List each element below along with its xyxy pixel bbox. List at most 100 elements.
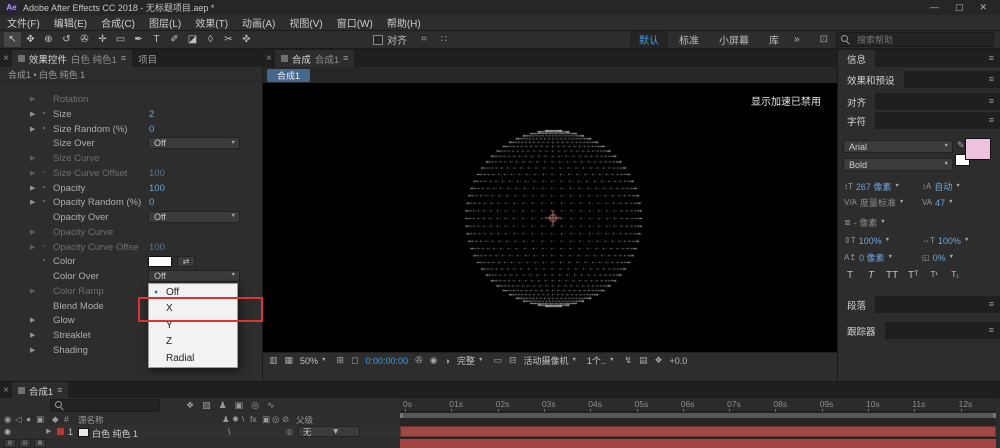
effect-property-row[interactable]: Opacity100 [0, 181, 262, 196]
menubar-item-7[interactable]: 窗口(W) [330, 15, 380, 30]
twirl-icon[interactable] [30, 184, 35, 192]
parent-select[interactable]: 无 [298, 426, 360, 437]
twirl-icon[interactable] [30, 228, 35, 236]
camera-select[interactable]: 活动摄像机 [523, 354, 579, 367]
workspace-button-0[interactable]: 默认 [630, 31, 668, 48]
flowchart-icon[interactable] [654, 355, 662, 366]
video-column-icon[interactable] [4, 414, 11, 425]
twirl-icon[interactable] [30, 346, 35, 354]
property-value[interactable]: 100 [149, 183, 165, 194]
draft-3d-icon[interactable] [202, 400, 211, 411]
menubar-item-6[interactable]: 视图(V) [282, 15, 329, 30]
eraser-tool[interactable] [202, 32, 219, 47]
kerning-value[interactable]: 度量标准 [860, 196, 896, 209]
menubar-item-5[interactable]: 动画(A) [235, 15, 282, 30]
mask-visibility-icon[interactable] [351, 355, 358, 366]
property-value[interactable]: 0 [149, 197, 154, 208]
stopwatch-icon[interactable] [41, 197, 46, 206]
leading-control[interactable]: 自动 [922, 180, 996, 193]
menubar-item-1[interactable]: 编辑(E) [47, 15, 94, 30]
font-size-value[interactable]: 267 像素 [856, 180, 892, 193]
fast-preview-icon[interactable] [624, 355, 632, 366]
roi-icon[interactable] [493, 355, 502, 366]
twirl-icon[interactable] [30, 331, 35, 339]
expand-render-time-button[interactable] [19, 439, 31, 448]
effect-property-row[interactable]: Size Curve [0, 151, 262, 166]
menu-item-off[interactable]: Off [149, 284, 237, 301]
snapshot-icon[interactable] [415, 355, 423, 366]
effect-property-row[interactable]: Rotation [0, 92, 262, 107]
property-dropdown[interactable]: Off [148, 137, 240, 149]
vertical-scale-control[interactable]: 100% [844, 234, 918, 247]
stopwatch-icon[interactable] [41, 168, 46, 177]
horizontal-scale-control[interactable]: 100% [922, 234, 996, 247]
tab-character[interactable]: 字符 [838, 112, 875, 129]
effect-property-row[interactable]: Opacity Curve Offse100 [0, 240, 262, 255]
exposure-value[interactable]: +0.0 [670, 356, 688, 366]
preview-monitor-icon[interactable] [269, 355, 278, 366]
camera-tool[interactable] [76, 32, 93, 47]
fx-icon[interactable] [250, 414, 257, 424]
property-dropdown[interactable]: Off [148, 211, 240, 223]
close-button[interactable]: ✕ [979, 2, 987, 13]
font-family-select[interactable]: Arial [843, 140, 953, 153]
property-value[interactable]: 100 [149, 242, 165, 253]
workspace-button-3[interactable]: 库 [760, 31, 788, 48]
pen-tool[interactable] [130, 32, 147, 47]
twirl-icon[interactable] [30, 198, 35, 206]
property-value[interactable]: 0 [149, 124, 154, 135]
expand-switches-button[interactable] [34, 439, 46, 448]
stroke-width-control[interactable]: - 像素 [844, 216, 918, 229]
magnification-select[interactable]: 50% [300, 356, 329, 366]
grid-guides-icon[interactable] [337, 355, 345, 366]
menu-icon[interactable] [989, 325, 1000, 336]
minimize-button[interactable]: — [930, 2, 939, 13]
tab-info[interactable]: 信息 [838, 50, 875, 67]
tab-timeline-comp[interactable]: 合成1 [12, 382, 69, 399]
property-value[interactable]: 100 [149, 168, 165, 179]
font-style-select[interactable]: Bold [843, 158, 953, 171]
tab-paragraph[interactable]: 段落 [838, 296, 875, 313]
twirl-icon[interactable] [30, 110, 35, 118]
twirl-icon[interactable] [30, 316, 35, 324]
puppet-pin-tool[interactable] [238, 32, 255, 47]
timeline-search-input[interactable] [68, 400, 152, 411]
stopwatch-icon[interactable] [41, 256, 46, 265]
effect-property-row[interactable]: Color OverOff [0, 269, 262, 284]
header-motion-blur-icon[interactable] [272, 414, 279, 425]
small-caps-button[interactable]: Tᵀ [907, 270, 919, 281]
transparency-grid-icon[interactable] [285, 355, 294, 366]
snap-options-icon[interactable] [421, 34, 427, 45]
tab-effect-controls[interactable]: 效果控件 白色 纯色1 [12, 50, 132, 67]
timeline-button-icon[interactable] [639, 355, 648, 366]
layer-eye-icon[interactable] [4, 427, 11, 436]
leading-value[interactable]: 自动 [934, 180, 952, 193]
workspace-overflow-button[interactable]: » [788, 34, 806, 45]
snap-control[interactable]: 对齐 [373, 32, 407, 47]
solo-column-icon[interactable] [26, 414, 31, 424]
menu-item-z[interactable]: Z [149, 334, 237, 351]
faux-bold-button[interactable]: T [844, 270, 856, 281]
grid-toggle-icon[interactable] [441, 34, 447, 45]
stopwatch-icon[interactable] [41, 109, 46, 118]
subscript-button[interactable]: T₁ [949, 270, 961, 281]
collapse-icon[interactable] [232, 414, 239, 425]
rotation-tool[interactable] [58, 32, 75, 47]
property-dropdown[interactable]: Off [148, 270, 240, 282]
label-color-chip[interactable] [57, 428, 64, 435]
faux-italic-button[interactable]: T [865, 270, 877, 281]
tsume-control[interactable]: 0% [922, 251, 996, 264]
effect-property-row[interactable]: Size2 [0, 107, 262, 122]
vertical-scale-value[interactable]: 100% [859, 236, 882, 246]
menubar-item-2[interactable]: 合成(C) [94, 15, 142, 30]
close-icon[interactable] [263, 53, 275, 64]
stopwatch-icon[interactable] [41, 124, 46, 133]
stroke-width-value[interactable]: - 像素 [854, 216, 878, 229]
stopwatch-icon[interactable] [41, 242, 46, 251]
menu-icon[interactable] [989, 74, 1000, 85]
horizontal-scale-value[interactable]: 100% [938, 236, 961, 246]
baseline-shift-value[interactable]: 0 像素 [859, 251, 885, 264]
expand-in-point-button[interactable] [4, 439, 16, 448]
snap-checkbox[interactable] [373, 35, 383, 45]
color-swatch[interactable] [148, 256, 172, 267]
